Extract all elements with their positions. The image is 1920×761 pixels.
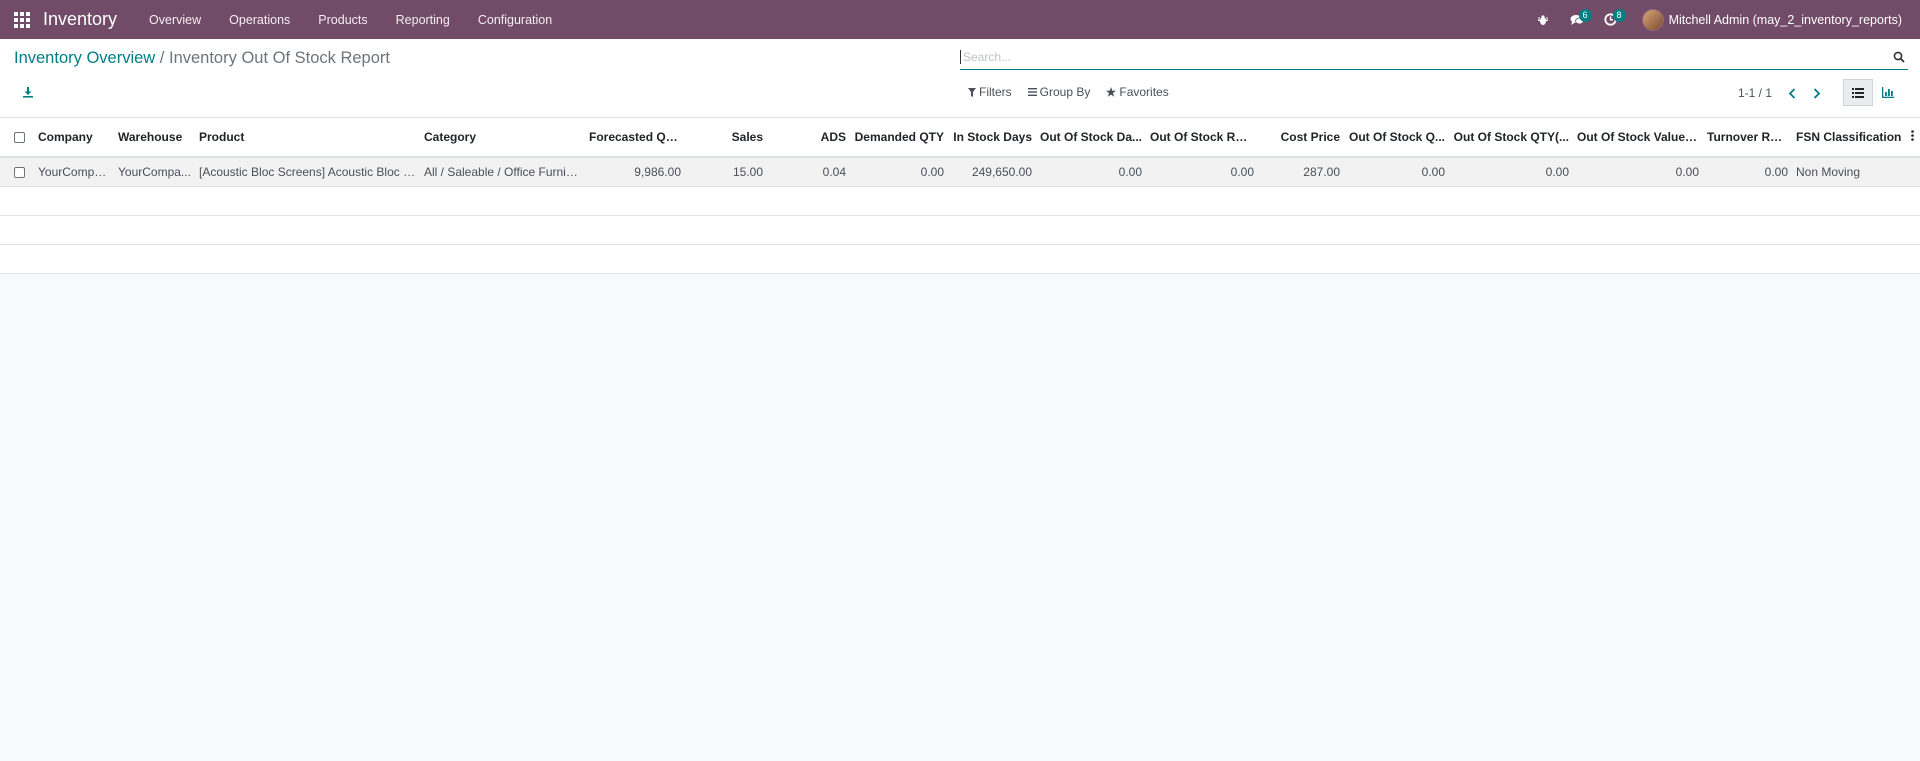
column-header-category[interactable]: Category [420,118,585,158]
cell-cost-price: 287.00 [1258,157,1344,187]
column-header-out-of-stock-days[interactable]: Out Of Stock Da... [1036,118,1146,158]
kebab-menu-icon [1911,130,1914,141]
column-header-company[interactable]: Company [34,118,114,158]
cell-spacer [1907,157,1920,187]
select-all-checkbox[interactable] [0,118,34,158]
pager-value[interactable]: 1-1 / 1 [1738,86,1772,100]
list-view-icon[interactable] [1843,79,1873,106]
cell-in-stock-days: 249,650.00 [948,157,1036,187]
column-header-out-of-stock-ratio[interactable]: Out Of Stock Ratio [1146,118,1258,158]
row-checkbox[interactable] [0,157,34,187]
page-title: Inventory Out Of Stock Report [168,49,390,67]
table-row[interactable]: YourCompa... YourCompa... [Acoustic Bloc… [0,157,1920,187]
menu-products[interactable]: Products [304,0,381,39]
cell-sales: 15.00 [685,157,767,187]
column-header-in-stock-days[interactable]: In Stock Days [948,118,1036,158]
cell-out-of-stock-qty: 0.00 [1344,157,1449,187]
group-by-label: Group By [1039,85,1091,99]
column-header-ads[interactable]: ADS [767,118,850,158]
cell-warehouse: YourCompa... [114,157,195,187]
app-brand[interactable]: Inventory [43,9,117,30]
menu-overview[interactable]: Overview [135,0,215,39]
apps-menu-icon[interactable] [0,0,42,39]
debug-bug-icon[interactable] [1526,0,1560,39]
breadcrumb: Inventory Overview / Inventory Out Of St… [14,49,390,68]
column-header-out-of-stock-value[interactable]: Out Of Stock Value(... [1573,118,1703,158]
filters-label: Filters [979,85,1012,99]
filters-button[interactable]: Filters [968,85,1012,99]
breadcrumb-separator: / [155,49,169,67]
empty-row [0,244,1920,274]
search-bar [960,45,1908,70]
pager-previous-icon[interactable] [1783,84,1801,102]
empty-row [0,186,1920,216]
empty-row [0,215,1920,245]
graph-view-icon[interactable] [1873,79,1903,106]
menu-configuration[interactable]: Configuration [464,0,566,39]
column-header-sales[interactable]: Sales [685,118,767,158]
list-view: Company Warehouse Product Category Forec… [0,118,1920,274]
favorites-button[interactable]: Favorites [1106,85,1169,99]
cell-out-of-stock-value: 0.00 [1573,157,1703,187]
top-navbar: Inventory Overview Operations Products R… [0,0,1920,39]
activity-badge: 8 [1612,9,1626,22]
cell-out-of-stock-qty-pct: 0.00 [1449,157,1573,187]
user-avatar[interactable] [1641,8,1664,31]
chat-badge: 6 [1578,9,1592,22]
cell-demanded-qty: 0.00 [850,157,948,187]
cell-forecasted-qty: 9,986.00 [585,157,685,187]
view-switcher [1843,79,1903,106]
column-header-warehouse[interactable]: Warehouse [114,118,195,158]
filter-icon [968,87,976,97]
cell-out-of-stock-days: 0.00 [1036,157,1146,187]
cell-company: YourCompa... [34,157,114,187]
column-header-product[interactable]: Product [195,118,420,158]
cell-product: [Acoustic Bloc Screens] Acoustic Bloc S.… [195,157,420,187]
optional-columns-toggle[interactable] [1907,118,1920,158]
table-header-row: Company Warehouse Product Category Forec… [0,118,1920,158]
column-header-forecasted-qty[interactable]: Forecasted QTY [585,118,685,158]
column-header-fsn-classification[interactable]: FSN Classification [1792,118,1907,158]
column-header-turnover-ratio[interactable]: Turnover Rat... [1703,118,1792,158]
cell-category: All / Saleable / Office Furnitu... [420,157,585,187]
column-header-cost-price[interactable]: Cost Price [1258,118,1344,158]
search-options: Filters Group By Favorites [968,85,1185,99]
column-header-demanded-qty[interactable]: Demanded QTY [850,118,948,158]
search-input[interactable] [960,50,1890,64]
favorites-label: Favorites [1119,85,1169,99]
column-header-out-of-stock-qty-pct[interactable]: Out Of Stock QTY(... [1449,118,1573,158]
activity-clock-icon[interactable]: 8 [1594,0,1628,39]
group-by-icon [1027,88,1037,96]
cell-turnover-ratio: 0.00 [1703,157,1792,187]
user-menu[interactable]: Mitchell Admin (may_2_inventory_reports) [1669,13,1902,27]
breadcrumb-parent-link[interactable]: Inventory Overview [14,49,155,67]
column-header-out-of-stock-qty[interactable]: Out Of Stock Q... [1344,118,1449,158]
search-icon[interactable] [1890,48,1908,66]
download-icon[interactable] [20,84,36,100]
star-icon [1106,87,1117,97]
cell-out-of-stock-ratio: 0.00 [1146,157,1258,187]
menu-operations[interactable]: Operations [215,0,304,39]
pager-next-icon[interactable] [1808,84,1826,102]
cell-ads: 0.04 [767,157,850,187]
menu-reporting[interactable]: Reporting [382,0,464,39]
cell-fsn-classification: Non Moving [1792,157,1907,187]
group-by-button[interactable]: Group By [1027,85,1091,99]
messaging-icon[interactable]: 6 [1560,0,1594,39]
control-panel: Inventory Overview / Inventory Out Of St… [0,39,1920,118]
report-table: Company Warehouse Product Category Forec… [0,118,1920,274]
